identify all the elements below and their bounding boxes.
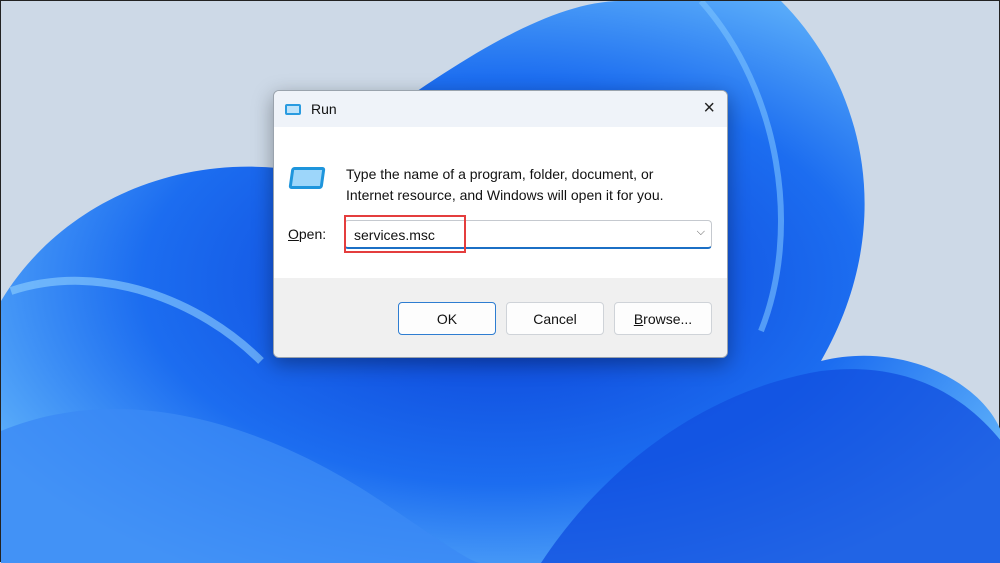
- browse-mnemonic: B: [633, 310, 644, 327]
- open-label-mnemonic: O: [288, 226, 299, 242]
- run-dialog: Run × Type the name of a program, folder…: [273, 90, 728, 358]
- chevron-down-icon[interactable]: ⌵: [697, 226, 705, 239]
- browse-label-rest: rowse...: [643, 310, 693, 327]
- instructions-line-1: Type the name of a program, folder, docu…: [346, 166, 654, 182]
- dialog-title: Run: [311, 101, 337, 117]
- run-app-icon: [285, 103, 301, 115]
- instructions-text: Type the name of a program, folder, docu…: [346, 164, 664, 206]
- open-label: Open:: [288, 226, 326, 242]
- button-bar: OK Cancel Browse...: [274, 278, 727, 357]
- run-program-icon: [288, 167, 326, 189]
- instructions-line-2: Internet resource, and Windows will open…: [346, 187, 664, 203]
- open-label-rest: pen:: [298, 226, 327, 242]
- title-bar[interactable]: Run ×: [274, 91, 727, 127]
- browse-button[interactable]: Browse...: [614, 302, 712, 335]
- ok-button[interactable]: OK: [398, 302, 496, 335]
- highlight-box: [344, 215, 466, 253]
- close-icon[interactable]: ×: [703, 97, 715, 120]
- cancel-button[interactable]: Cancel: [506, 302, 604, 335]
